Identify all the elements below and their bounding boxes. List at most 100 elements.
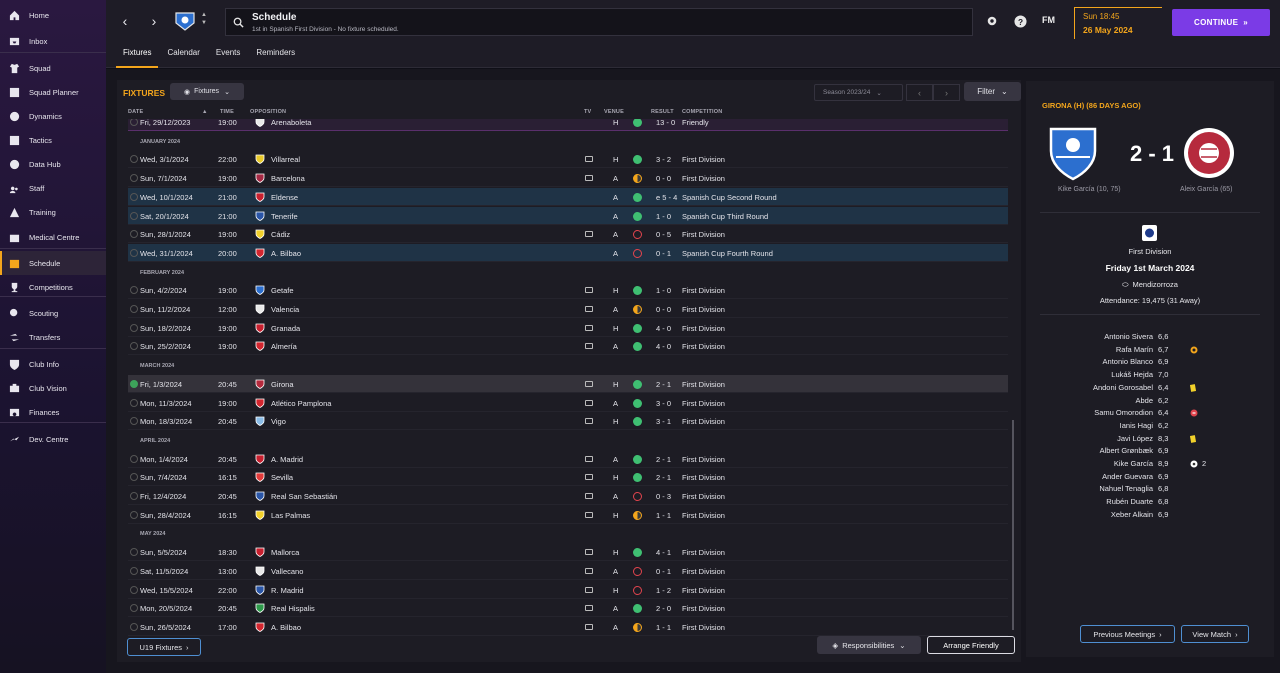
fixture-opposition[interactable]: Real Hispalis — [271, 604, 315, 613]
fixture-opposition[interactable]: A. Bilbao — [271, 623, 301, 632]
player-rating-row[interactable]: Xeber Alkain 6,9 — [1026, 510, 1274, 523]
table-row[interactable]: Fri, 12/4/2024 20:45 Real San Sebastián A 0 … — [128, 487, 1008, 505]
responsibilities-button[interactable]: ◈ Responsibilities ⌄ — [817, 636, 921, 654]
arrange-friendly-button[interactable]: Arrange Friendly — [927, 636, 1015, 654]
season-dropdown[interactable]: Season 2023/24 ⌄ — [814, 84, 903, 101]
sidebar-item-finances[interactable]: Finances — [0, 400, 106, 424]
player-rating-row[interactable]: Lukáš Hejda 7,0 — [1026, 370, 1274, 383]
opposition-crest-icon[interactable] — [255, 192, 265, 202]
club-switch-arrows-icon[interactable]: ▲ ▼ — [201, 11, 207, 27]
table-row[interactable]: Sun, 26/5/2024 17:00 A. Bilbao A 1 - 1 First … — [128, 618, 1008, 636]
fixture-opposition[interactable]: R. Madrid — [271, 586, 304, 595]
fixture-competition[interactable]: First Division — [682, 473, 725, 482]
table-row[interactable]: Mon, 1/4/2024 20:45 A. Madrid A 2 - 1 First D… — [128, 450, 1008, 468]
fixture-competition[interactable]: First Division — [682, 511, 725, 520]
player-rating-row[interactable]: Nahuel Tenaglia 6,8 — [1026, 484, 1274, 497]
tab-calendar[interactable]: Calendar — [160, 44, 206, 68]
fixture-opposition[interactable]: Valencia — [271, 305, 299, 314]
fixture-competition[interactable]: Spanish Cup Second Round — [682, 193, 777, 202]
fixture-competition[interactable]: First Division — [682, 567, 725, 576]
player-rating-row[interactable]: Andoni Gorosabel 6,4 — [1026, 383, 1274, 396]
opposition-crest-icon[interactable] — [255, 547, 265, 558]
player-rating-row[interactable]: Rubén Duarte 6,8 — [1026, 497, 1274, 510]
opposition-crest-icon[interactable] — [255, 472, 265, 483]
fixture-opposition[interactable]: Villarreal — [271, 155, 300, 164]
opposition-crest-icon[interactable] — [255, 491, 265, 501]
table-row[interactable]: Sun, 28/4/2024 16:15 Las Palmas H 1 - 1 First… — [128, 506, 1008, 524]
fixture-opposition[interactable]: Vigo — [271, 417, 286, 426]
player-rating-row[interactable]: Ander Guevara 6,9 — [1026, 472, 1274, 485]
table-row[interactable]: Sun, 7/1/2024 19:00 Barcelona A 0 - 0 First D… — [128, 169, 1008, 188]
fixture-competition[interactable]: Friendly — [682, 119, 709, 127]
fixture-opposition[interactable]: Getafe — [271, 286, 294, 295]
table-row[interactable]: Fri, 29/12/2023 19:00 Arenaboleta H 13 - 0 Fr… — [128, 119, 1008, 131]
table-row[interactable]: Mon, 18/3/2024 20:45 Vigo H 3 - 1 First Divis… — [128, 412, 1008, 431]
fixture-competition[interactable]: First Division — [682, 324, 725, 333]
sidebar-item-scouting[interactable]: Scouting — [0, 301, 106, 325]
table-row[interactable]: Sun, 11/2/2024 12:00 Valencia A 0 - 0 First D… — [128, 300, 1008, 318]
fixture-competition[interactable]: First Division — [682, 623, 725, 632]
sidebar-item-club-info[interactable]: Club Info — [0, 352, 106, 376]
sidebar-item-squad[interactable]: Squad — [0, 56, 106, 80]
fixture-opposition[interactable]: Tenerife — [271, 212, 298, 221]
view-match-button[interactable]: View Match › — [1181, 625, 1249, 643]
col-header-venue[interactable]: VENUE — [604, 109, 624, 115]
sidebar-item-training[interactable]: Training — [0, 200, 106, 224]
fixture-opposition[interactable]: Girona — [271, 380, 294, 389]
sidebar-item-data-hub[interactable]: Data Hub — [0, 152, 106, 176]
player-rating-row[interactable]: Rafa Marín 6,7 — [1026, 345, 1274, 358]
opposition-crest-icon[interactable] — [255, 304, 265, 314]
u19-fixtures-button[interactable]: U19 Fixtures › — [127, 638, 201, 656]
sidebar-item-dynamics[interactable]: Dynamics — [0, 104, 106, 128]
sidebar-item-home[interactable]: Home — [0, 3, 106, 27]
player-rating-row[interactable]: Abde 6,2 — [1026, 396, 1274, 409]
player-rating-row[interactable]: Javi López 8,3 — [1026, 434, 1274, 447]
opposition-crest-icon[interactable] — [255, 154, 265, 165]
help-button[interactable]: ? — [1013, 14, 1027, 28]
forward-button[interactable]: › — [145, 12, 163, 30]
sidebar-item-tactics[interactable]: Tactics — [0, 128, 106, 152]
table-row[interactable]: Wed, 15/5/2024 22:00 R. Madrid H 1 - 2 First … — [128, 581, 1008, 599]
tab-reminders[interactable]: Reminders — [249, 44, 302, 68]
opposition-crest-icon[interactable] — [255, 248, 265, 258]
sidebar-item-dev-centre[interactable]: Dev. Centre — [0, 427, 106, 451]
sidebar-item-transfers[interactable]: Transfers — [0, 325, 106, 349]
fixture-opposition[interactable]: A. Madrid — [271, 455, 303, 464]
next-season-button[interactable]: › — [933, 84, 960, 101]
opposition-crest-icon[interactable] — [255, 285, 265, 296]
scrollbar[interactable] — [1012, 420, 1014, 630]
table-row[interactable]: Sun, 25/2/2024 19:00 Almería A 4 - 0 First Di… — [128, 337, 1008, 356]
fixture-opposition[interactable]: Sevilla — [271, 473, 293, 482]
sidebar-item-club-vision[interactable]: Club Vision — [0, 376, 106, 400]
table-row[interactable]: Sun, 18/2/2024 19:00 Granada H 4 - 0 First Di… — [128, 319, 1008, 337]
fixture-opposition[interactable]: A. Bilbao — [271, 249, 301, 258]
sidebar-item-inbox[interactable]: Inbox — [0, 29, 106, 53]
opposition-crest-icon[interactable] — [255, 622, 265, 632]
sidebar-item-squad-planner[interactable]: Squad Planner — [0, 80, 106, 104]
opposition-crest-icon[interactable] — [255, 211, 265, 221]
fixture-opposition[interactable]: Granada — [271, 324, 300, 333]
fixture-opposition[interactable]: Arenaboleta — [271, 119, 311, 127]
fixtures-view-dropdown[interactable]: ◉ Fixtures ⌄ — [170, 83, 244, 100]
club-crest-icon[interactable] — [174, 10, 196, 32]
fixture-opposition[interactable]: Mallorca — [271, 548, 299, 557]
table-row[interactable]: Mon, 20/5/2024 20:45 Real Hispalis A 2 - 0 Fi… — [128, 599, 1008, 618]
fixture-opposition[interactable]: Almería — [271, 342, 297, 351]
opposition-crest-icon[interactable] — [255, 603, 265, 614]
opposition-crest-icon[interactable] — [255, 229, 265, 240]
opposition-crest-icon[interactable] — [255, 416, 265, 427]
sidebar-item-staff[interactable]: Staff — [0, 176, 106, 200]
fixture-competition[interactable]: First Division — [682, 380, 725, 389]
fixture-competition[interactable]: First Division — [682, 492, 725, 501]
tab-fixtures[interactable]: Fixtures — [116, 44, 159, 68]
fixture-opposition[interactable]: Eldense — [271, 193, 298, 202]
table-row[interactable]: Sun, 28/1/2024 19:00 Cádiz A 0 - 5 First Divi… — [128, 225, 1008, 244]
fixture-opposition[interactable]: Vallecano — [271, 567, 303, 576]
opposition-crest-icon[interactable] — [255, 585, 265, 595]
table-row[interactable]: Mon, 11/3/2024 19:00 Atlético Pamplona A 3 -… — [128, 394, 1008, 412]
player-rating-row[interactable]: Albert Grønbæk 6,9 — [1026, 446, 1274, 459]
away-crest-icon[interactable] — [1183, 127, 1235, 179]
table-row[interactable]: Fri, 1/3/2024 20:45 Girona H 2 - 1 First Divi… — [128, 374, 1008, 393]
opposition-crest-icon[interactable] — [255, 341, 265, 352]
tools-button[interactable] — [985, 14, 999, 28]
